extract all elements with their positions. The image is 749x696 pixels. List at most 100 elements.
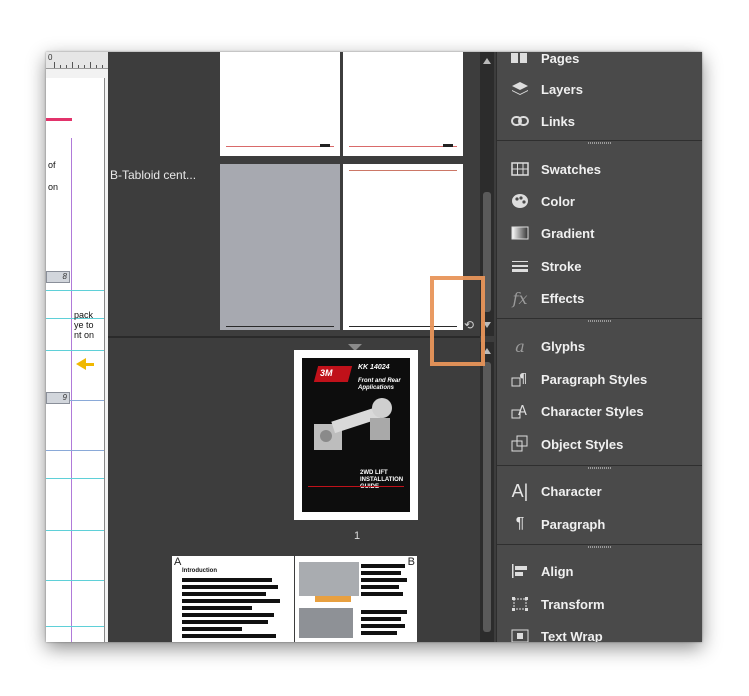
document-text: on [48,182,59,192]
cyan-guide [46,530,104,531]
stroke-icon [509,255,531,277]
dock-item-swatches[interactable]: Swatches [497,154,702,184]
swatches-icon [509,158,531,180]
dock-item-glyphs[interactable]: a Glyphs [497,331,702,361]
cyan-guide [46,626,104,627]
page-thumbnail-3[interactable]: B [295,556,417,642]
indesign-window: 0 of on pack ye to nt on 8 9 B-Tabloid c… [46,52,702,642]
ruler-label: 0 [48,53,53,62]
blue-guide [46,450,104,451]
panel-group-grip[interactable] [497,544,702,551]
document-text: ye to [74,320,94,330]
effects-icon: fx [512,288,528,308]
highlight-callout-box [430,276,485,366]
scroll-up-arrow-icon[interactable] [483,58,491,64]
document-text: of [48,160,56,170]
logo-text: 3M [320,368,333,378]
pages-scrollbar[interactable] [480,342,494,642]
links-icon [509,110,531,132]
master-letter: B [407,556,415,568]
photo-placeholder [299,562,359,596]
paragraph-icon: ¶ [515,515,525,532]
dock-item-paragraph[interactable]: ¶ Paragraph [497,509,702,539]
page-tab: 8 [46,271,70,283]
arrow-tail [86,363,94,366]
margin-guide [71,138,72,642]
character-styles-icon: A [509,400,531,422]
layers-icon [509,78,531,100]
dock-item-transform[interactable]: Transform [497,589,702,619]
glyphs-icon: a [515,336,525,356]
dock-item-label: Pages [541,52,580,66]
panel-group-grip[interactable] [497,465,702,472]
gradient-icon [509,222,531,244]
cyan-guide [46,478,104,479]
paragraph-styles-icon: ¶ [509,368,531,390]
cyan-guide [46,580,104,581]
dock-item-label: Character [541,483,602,499]
horizontal-ruler[interactable]: 0 [46,52,108,69]
master-page-thumbnail[interactable] [220,52,340,156]
panel-group-grip[interactable] [497,140,702,147]
spread-heading: Introduction [182,568,217,574]
panel-divider[interactable] [108,336,480,338]
text-wrap-icon [509,625,531,642]
svg-text:¶: ¶ [519,372,527,387]
object-styles-icon [509,433,531,455]
page-tab: 9 [46,392,70,404]
color-icon [509,190,531,212]
panel-dock: Pages Layers Links Swatches Color Gradie… [496,52,702,642]
svg-text:A: A [518,404,527,419]
master-page-thumbnail[interactable] [343,52,463,156]
dock-item-color[interactable]: Color [497,186,702,216]
cover-bottom-text: 2WD LIFT INSTALLATION GUIDE [360,470,404,490]
pages-icon [509,52,531,69]
dock-item-label: Character Styles [541,403,644,419]
dock-item-label: Align [541,563,574,579]
cyan-guide [46,290,104,291]
dock-item-label: Gradient [541,225,595,241]
dock-item-object-styles[interactable]: Object Styles [497,429,702,459]
dock-item-label: Stroke [541,258,582,274]
cover-title: KK 14024 [358,364,390,371]
dock-item-label: Effects [541,290,585,306]
dock-item-stroke[interactable]: Stroke [497,251,702,281]
dock-item-paragraph-styles[interactable]: ¶ Paragraph Styles [497,364,702,394]
master-label[interactable]: B-Tabloid cent... [110,168,196,182]
cover-subtitle: Front and Rear Applications [358,378,401,391]
transform-icon [509,593,531,615]
dock-item-text-wrap[interactable]: Text Wrap [497,621,702,642]
dock-item-align[interactable]: Align [497,556,702,586]
dock-item-label: Paragraph Styles [541,371,648,387]
dock-item-label: Color [541,193,575,209]
cyan-guide [46,350,104,351]
dock-item-effects[interactable]: fx Effects [497,283,702,313]
dock-item-label: Transform [541,596,605,612]
arrow-left-icon [76,358,86,370]
dock-item-links[interactable]: Links [497,106,702,136]
master-letter: A [174,556,182,568]
page-number-label: 1 [354,530,361,542]
photo-placeholder [299,608,353,638]
dock-item-character[interactable]: A| Character [497,476,702,506]
document-canvas[interactable]: 0 of on pack ye to nt on 8 9 [46,52,108,642]
suspension-part-image [314,398,392,450]
align-icon [509,560,531,582]
dock-item-label: Layers [541,81,583,97]
page-thumbnail-2[interactable]: A Introduction [172,556,294,642]
masters-section[interactable]: B-Tabloid cent... ⟲ [108,52,480,336]
dock-item-label: Links [541,113,575,129]
dock-item-layers[interactable]: Layers [497,74,702,104]
character-icon: A| [511,480,529,501]
dock-item-label: Swatches [541,161,601,177]
page-thumbnail-1[interactable]: 3M KK 14024 Front and Rear Applications … [294,350,418,520]
dock-item-character-styles[interactable]: A Character Styles [497,396,702,426]
panel-group-grip[interactable] [497,318,702,325]
scroll-thumb[interactable] [483,362,491,632]
dock-item-label: Glyphs [541,338,586,354]
dock-item-label: Text Wrap [541,628,603,643]
master-page-thumbnail[interactable] [220,164,340,330]
document-text: pack [74,310,94,320]
dock-item-pages[interactable]: Pages [497,52,702,73]
dock-item-gradient[interactable]: Gradient [497,218,702,248]
